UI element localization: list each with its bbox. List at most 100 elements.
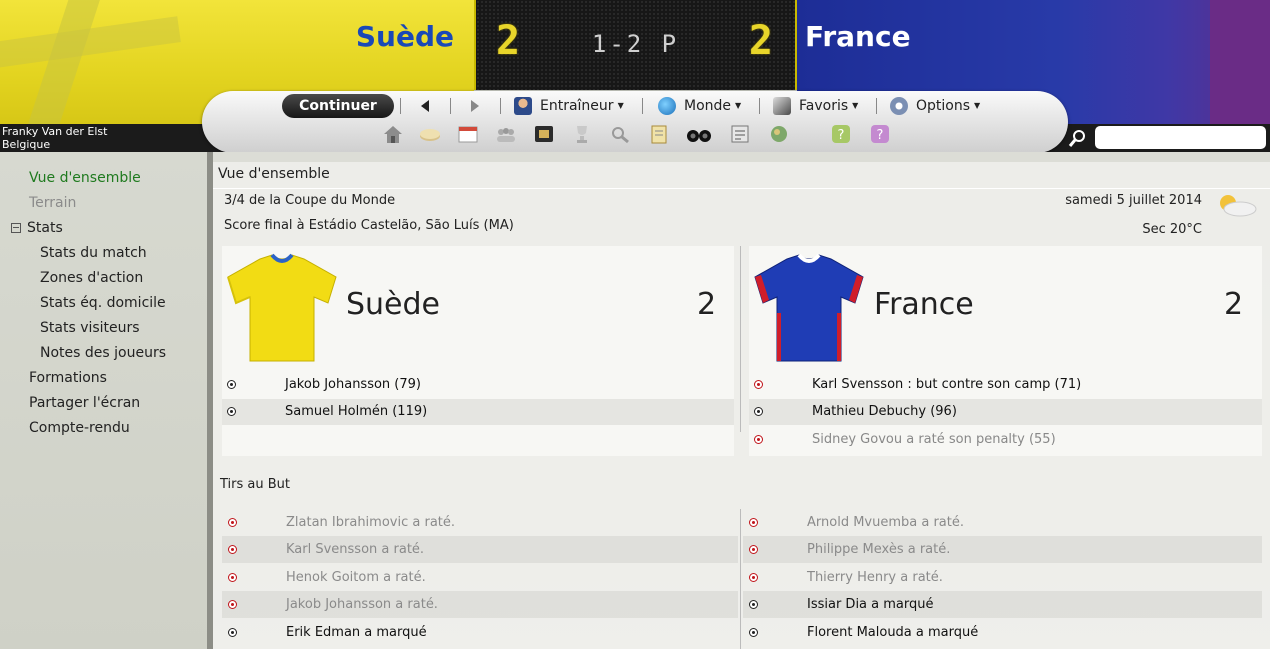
manager-name: Franky Van der Elst [2,125,108,138]
away-shootout-text[interactable]: Arnold Mvuemba a raté. [807,509,964,536]
help-icon[interactable]: ? [830,124,852,144]
away-missed-penalty-row: Sidney Govou a raté son penalty (55) [749,427,1262,453]
home-shootout-text[interactable]: Jakob Johansson a raté. [286,591,438,618]
home-goal-text[interactable]: Samuel Holmén (119) [285,399,427,425]
ball-icon [749,628,758,637]
ball-icon [227,407,236,416]
away-shootout-text[interactable]: Florent Malouda a marqué [807,619,978,646]
binoculars-icon[interactable] [686,124,711,144]
missed-ball-icon [228,600,237,609]
search-input[interactable] [1095,126,1266,149]
collapse-icon[interactable] [11,223,21,233]
svg-text:?: ? [838,128,845,143]
world-icon[interactable] [768,124,790,144]
venue-label: Score final à Estádio Castelão, São Luís… [224,218,514,233]
nav-item-action-zones[interactable]: Zones d'action [40,270,143,286]
home-goal-row: Jakob Johansson (79) [222,372,734,398]
question-icon[interactable]: ? [869,124,891,144]
nav-item-overview[interactable]: Vue d'ensemble [29,170,141,186]
main-toolbar: Continuer Entraîneur ▼ Monde ▼ Favoris ▼ Op… [202,91,1068,153]
forward-button[interactable] [468,96,482,116]
options-menu[interactable]: Options ▼ [890,96,980,116]
header-home-team[interactable]: Suède [356,20,454,53]
nav-item-player-ratings[interactable]: Notes des joueurs [40,345,166,361]
missed-ball-icon [749,545,758,554]
away-shirt-icon [754,253,864,362]
home-shootout-row: Jakob Johansson a raté. [222,591,738,618]
inbox-icon[interactable] [419,124,441,144]
missed-ball-icon [228,545,237,554]
home-icon[interactable] [382,124,404,144]
nav-item-away-stats[interactable]: Stats visiteurs [40,320,140,336]
scouting-icon[interactable] [609,124,631,144]
chevron-down-icon: ▼ [852,101,859,110]
search-icon[interactable] [1068,128,1088,148]
away-missed-penalty-text[interactable]: Sidney Govou a raté son penalty (55) [812,427,1056,453]
competition-label[interactable]: 3/4 de la Coupe du Monde [224,193,395,208]
away-shootout-row: Issiar Dia a marqué [743,591,1262,618]
away-shootout-row: Philippe Mexès a raté. [743,536,1262,563]
back-arrow-icon [421,100,429,112]
nav-item-split-screen[interactable]: Partager l'écran [29,395,140,411]
missed-ball-icon [754,435,763,444]
left-sidebar: Vue d'ensemble Terrain Stats Stats du ma… [0,152,207,649]
nav-item-stats[interactable]: Stats [11,220,63,236]
home-goal-text[interactable]: Jakob Johansson (79) [285,372,421,398]
trophy-icon[interactable] [571,124,593,144]
home-shootout-row: Karl Svensson a raté. [222,536,738,563]
squad-icon[interactable] [495,124,517,144]
own-goal-ball-icon [754,380,763,389]
away-goal-text[interactable]: Mathieu Debuchy (96) [812,399,957,425]
report-icon[interactable] [729,124,751,144]
favorites-menu[interactable]: Favoris ▼ [773,96,858,116]
away-shootout-text[interactable]: Philippe Mexès a raté. [807,536,950,563]
home-team-name[interactable]: Suède [346,287,440,322]
nav-item-formations[interactable]: Formations [29,370,107,386]
tactics-icon[interactable] [533,124,555,144]
ball-icon [228,628,237,637]
away-goal-text[interactable]: Karl Svensson : but contre son camp (71) [812,372,1081,398]
title-divider [213,188,1270,189]
ball-icon [749,600,758,609]
manager-menu-label: Entraîneur [540,98,614,114]
header-away-team[interactable]: France [805,20,911,53]
nav-item-home-stats[interactable]: Stats éq. domicile [40,295,166,311]
home-team-score: 2 [697,287,717,322]
home-shootout-row: Zlatan Ibrahimovic a raté. [222,509,738,536]
away-score: 2 [748,18,775,64]
away-shootout-text[interactable]: Thierry Henry a raté. [807,564,943,591]
home-shootout-text[interactable]: Henok Goitom a raté. [286,564,426,591]
world-menu[interactable]: Monde ▼ [658,96,741,116]
svg-text:?: ? [877,128,884,143]
away-team-name[interactable]: France [874,287,974,322]
continue-button[interactable]: Continuer [282,94,394,118]
away-shootout-text[interactable]: Issiar Dia a marqué [807,591,934,618]
missed-ball-icon [228,518,237,527]
calendar-icon[interactable] [457,124,479,144]
chevron-down-icon: ▼ [617,101,624,110]
nav-item-report[interactable]: Compte-rendu [29,420,130,436]
clipboard-icon[interactable] [648,124,670,144]
panel-title: Vue d'ensemble [218,166,330,182]
scoreboard: 2 1-2 P 2 [474,0,797,90]
nav-item-pitch[interactable]: Terrain [29,195,76,211]
match-date: samedi 5 juillet 2014 [1065,193,1202,208]
away-team-score: 2 [1224,287,1244,322]
weather-label: Sec 20°C [1142,222,1202,237]
nav-item-stats-label: Stats [27,220,63,236]
home-shootout-row: Henok Goitom a raté. [222,564,738,591]
home-goal-row: Samuel Holmén (119) [222,399,734,425]
manager-menu[interactable]: Entraîneur ▼ [514,96,624,116]
home-shootout-text[interactable]: Zlatan Ibrahimovic a raté. [286,509,455,536]
chevron-down-icon: ▼ [974,101,981,110]
away-goal-row: Karl Svensson : but contre son camp (71) [749,372,1262,398]
back-button[interactable] [418,96,432,116]
forward-arrow-icon [471,100,479,112]
chevron-down-icon: ▼ [735,101,742,110]
home-shootout-text[interactable]: Erik Edman a marqué [286,619,427,646]
nav-item-match-stats[interactable]: Stats du match [40,245,147,261]
missed-ball-icon [749,573,758,582]
home-shootout-text[interactable]: Karl Svensson a raté. [286,536,424,563]
home-shootout-row: Erik Edman a marqué [222,619,738,646]
missed-ball-icon [749,518,758,527]
